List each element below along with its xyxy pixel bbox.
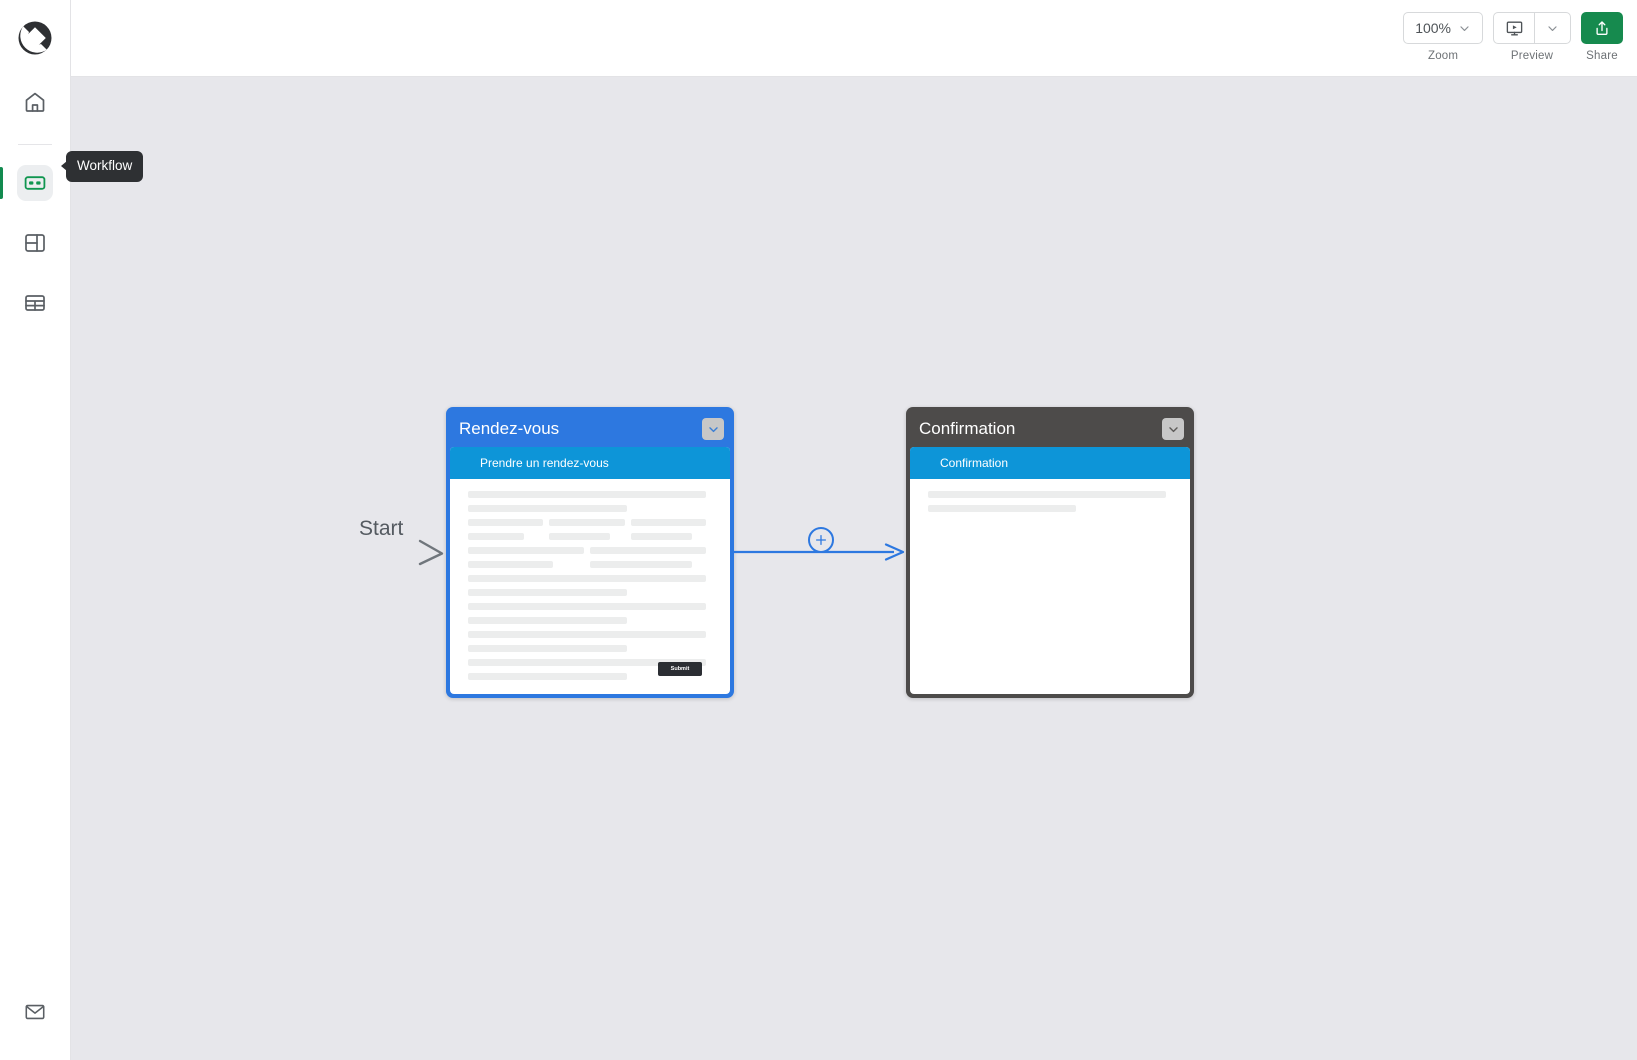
skeleton-bar bbox=[468, 547, 584, 554]
sidebar-item-table[interactable] bbox=[17, 285, 53, 321]
node-connector bbox=[734, 527, 909, 570]
skeleton-bar bbox=[928, 491, 1166, 498]
sidebar-divider bbox=[18, 144, 52, 145]
skeleton-cell bbox=[468, 519, 544, 540]
sidebar-tooltip: Workflow bbox=[60, 151, 144, 182]
mail-icon bbox=[25, 1004, 45, 1020]
skeleton-bar bbox=[549, 519, 625, 526]
skeleton-cell bbox=[630, 519, 706, 540]
skeleton-bar bbox=[928, 505, 1076, 512]
top-toolbar: 100% Zoom Preview Share bbox=[71, 0, 1637, 77]
node-header: Rendez-vous bbox=[450, 411, 730, 447]
chevron-down-icon bbox=[708, 426, 718, 432]
node-collapse-button[interactable] bbox=[702, 418, 724, 440]
chevron-down-icon bbox=[1460, 25, 1469, 31]
preview-control: Preview bbox=[1493, 12, 1571, 62]
chevron-down-icon bbox=[1168, 426, 1178, 432]
node-header: Confirmation bbox=[910, 411, 1190, 447]
skeleton-bar bbox=[468, 645, 628, 652]
preview-button[interactable] bbox=[1494, 13, 1534, 43]
screen-skeleton bbox=[450, 479, 730, 680]
share-caption: Share bbox=[1586, 50, 1618, 62]
skeleton-bar bbox=[630, 533, 693, 540]
submit-button[interactable]: Submit bbox=[658, 662, 702, 676]
toolbar-actions: 100% Zoom Preview Share bbox=[1403, 12, 1623, 62]
plus-icon bbox=[815, 534, 827, 546]
skeleton-bar bbox=[468, 603, 706, 610]
preview-dropdown[interactable] bbox=[1534, 13, 1570, 43]
node-screen-preview: Prendre un rendez-vous Submit bbox=[450, 447, 730, 694]
sidebar-item-workflow[interactable] bbox=[0, 165, 53, 201]
skeleton-bar bbox=[468, 519, 544, 526]
sidebar-item-layout[interactable] bbox=[17, 225, 53, 261]
app-logo[interactable] bbox=[11, 14, 59, 62]
sidebar bbox=[0, 0, 71, 1060]
skeleton-row bbox=[468, 547, 706, 568]
screen-skeleton bbox=[910, 479, 1190, 512]
chevron-down-icon bbox=[1548, 25, 1557, 31]
preview-group bbox=[1493, 12, 1571, 44]
sidebar-item-home[interactable] bbox=[17, 84, 53, 120]
skeleton-row bbox=[468, 519, 706, 540]
skeleton-bar bbox=[468, 589, 628, 596]
node-screen-preview: Confirmation bbox=[910, 447, 1190, 694]
screen-title: Prendre un rendez-vous bbox=[480, 456, 609, 470]
zoom-dropdown[interactable]: 100% bbox=[1403, 12, 1483, 44]
add-step-button[interactable] bbox=[808, 527, 834, 553]
monitor-play-icon bbox=[1506, 20, 1522, 36]
share-upload-icon bbox=[1596, 21, 1608, 35]
skeleton-bar bbox=[468, 617, 628, 624]
skeleton-bar bbox=[590, 547, 706, 554]
zoom-value: 100% bbox=[1415, 20, 1451, 36]
zoom-control: 100% Zoom bbox=[1403, 12, 1483, 62]
skeleton-bar bbox=[590, 561, 693, 568]
node-collapse-button[interactable] bbox=[1162, 418, 1184, 440]
start-label: Start bbox=[359, 517, 404, 540]
node-title: Confirmation bbox=[919, 419, 1016, 438]
screen-title-bar: Confirmation bbox=[910, 447, 1190, 479]
start-connector: Start bbox=[314, 517, 449, 572]
skeleton-bar bbox=[468, 575, 706, 582]
skeleton-bar bbox=[549, 533, 610, 540]
home-icon bbox=[25, 92, 45, 112]
table-icon bbox=[25, 295, 45, 311]
share-button[interactable] bbox=[1581, 12, 1623, 44]
zoom-caption: Zoom bbox=[1427, 50, 1459, 62]
skeleton-bar bbox=[468, 631, 706, 638]
skeleton-bar bbox=[468, 533, 525, 540]
submit-label: Submit bbox=[670, 666, 690, 672]
app-root: Workflow 100% Zoom Preview Share Start R… bbox=[0, 0, 1637, 1060]
skeleton-cell bbox=[549, 519, 625, 540]
sidebar-item-mail[interactable] bbox=[17, 994, 53, 1030]
skeleton-bar bbox=[468, 505, 628, 512]
skeleton-bar bbox=[468, 673, 628, 680]
workflow-node-confirmation[interactable]: Confirmation Confirmation bbox=[906, 407, 1194, 698]
skeleton-bar bbox=[468, 561, 553, 568]
skeleton-cell bbox=[468, 547, 584, 568]
workflow-node-rendez-vous[interactable]: Rendez-vous Prendre un rendez-vous Submi… bbox=[446, 407, 734, 698]
workflow-canvas[interactable]: Start Rendez-vous Prendre un rendez-vous… bbox=[71, 77, 1637, 1060]
skeleton-bar bbox=[630, 519, 706, 526]
share-control: Share bbox=[1581, 12, 1623, 62]
app-logo-icon bbox=[18, 21, 52, 55]
preview-caption: Preview bbox=[1510, 50, 1554, 62]
screen-title: Confirmation bbox=[940, 456, 1009, 470]
workflow-icon bbox=[24, 176, 46, 190]
skeleton-cell bbox=[590, 547, 706, 568]
node-title: Rendez-vous bbox=[459, 419, 560, 438]
layout-icon bbox=[25, 234, 45, 252]
skeleton-bar bbox=[468, 491, 706, 498]
screen-title-bar: Prendre un rendez-vous bbox=[450, 447, 730, 479]
